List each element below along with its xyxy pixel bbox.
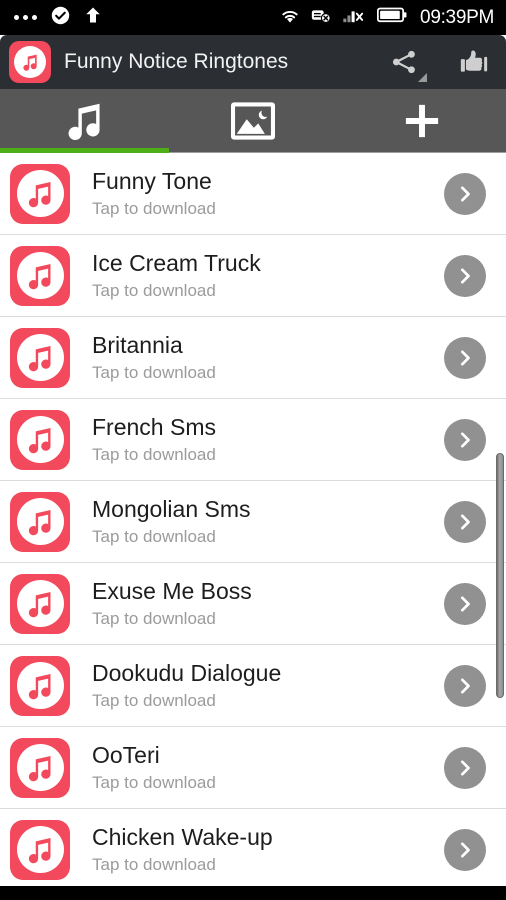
list-item-subtitle: Tap to download [92,773,216,793]
list-item-subtitle: Tap to download [92,445,216,465]
like-button[interactable] [456,42,492,82]
action-bar: Funny Notice Ringtones [0,35,506,89]
list-item[interactable]: Funny Tone Tap to download [0,153,506,235]
tab-bar [0,89,506,153]
ringtone-icon [10,409,70,470]
more-dots-icon [14,15,37,20]
status-bar-right-icons: 09:39PM [279,6,498,29]
list-item[interactable]: Chicken Wake-up Tap to download [0,809,506,891]
share-icon [392,50,415,74]
status-bar-clock: 09:39PM [420,6,494,28]
list-item[interactable]: OoTeri Tap to download [0,727,506,809]
share-button[interactable] [386,42,427,82]
status-bar-left-icons [14,5,102,30]
list-item-text: Ice Cream Truck Tap to download [92,250,444,301]
chevron-right-circle-icon[interactable] [444,500,486,543]
tab-wallpapers[interactable] [169,89,338,153]
plus-icon [405,104,438,138]
wifi-icon [279,6,301,29]
ringtone-icon [10,573,70,634]
check-circle-icon [51,6,70,30]
list-item-title: OoTeri [92,741,160,768]
chevron-right-circle-icon[interactable] [444,336,486,379]
image-picture-icon [231,102,275,140]
app-screen: 09:39PM Funny Notice Ringtones Funny Ton… [0,0,506,900]
chevron-right-circle-icon[interactable] [444,746,486,789]
ringtone-icon [10,891,70,900]
list-item-title: Mongolian Sms [92,495,251,522]
ringtone-icon [10,163,70,224]
list-item-title: Funny Tone [92,167,212,194]
chevron-right-circle-icon[interactable] [444,254,486,297]
chevron-right-circle-icon[interactable] [444,418,486,461]
list-item-title: Dookudu Dialogue [92,659,282,686]
list-item-text: Funny Tone Tap to download [92,168,444,219]
list-item-text: Britannia Tap to download [92,332,444,383]
ringtone-icon [10,491,70,552]
ringtone-icon [10,245,70,306]
list-item[interactable]: Dookudu Dialogue Tap to download [0,645,506,727]
signal-no-service-icon [343,6,367,29]
ringtone-icon [10,819,70,880]
sync-disabled-icon [311,7,333,29]
list-item-text: Dookudu Dialogue Tap to download [92,660,444,711]
list-item-title: Exuse Me Boss [92,577,252,604]
ringtone-icon [10,655,70,716]
status-bar: 09:39PM [0,0,506,35]
list-item-text: OoTeri Tap to download [92,742,444,793]
list-item-text: Chicken Wake-up Tap to download [92,824,444,875]
list-item[interactable]: Ice Cream Truck Tap to download [0,235,506,317]
action-bar-buttons [386,42,492,82]
chevron-right-circle-icon[interactable] [444,828,486,871]
music-note-icon [68,103,100,141]
list-item-title: Britannia [92,331,183,358]
list-item-subtitle: Tap to download [92,281,216,301]
page-title: Funny Notice Ringtones [64,50,289,73]
ringtone-list[interactable]: Funny Tone Tap to download Ice Cream Tru… [0,153,506,900]
thumbs-up-icon [460,50,488,72]
chevron-right-circle-icon[interactable] [444,582,486,625]
ringtone-icon [10,327,70,388]
list-item-title: French Sms [92,413,216,440]
list-item-subtitle: Tap to download [92,855,216,875]
list-item-text: Mongolian Sms Tap to download [92,496,444,547]
list-item-title: Chicken Wake-up [92,823,273,850]
chevron-right-circle-icon[interactable] [444,172,486,215]
tab-ringtones[interactable] [0,89,169,153]
list-item[interactable]: French Sms Tap to download [0,399,506,481]
list-item-subtitle: Tap to download [92,199,216,219]
tab-more-apps[interactable] [337,89,506,153]
list-item-subtitle: Tap to download [92,691,216,711]
list-item-subtitle: Tap to download [92,609,216,629]
list-item-subtitle: Tap to download [92,363,216,383]
list-item-partial[interactable] [0,891,506,900]
list-item-text: Exuse Me Boss Tap to download [92,578,444,629]
list-item-title: Ice Cream Truck [92,249,261,276]
dropdown-caret-icon [418,73,427,82]
list-item[interactable]: Mongolian Sms Tap to download [0,481,506,563]
list-item-text: French Sms Tap to download [92,414,444,465]
list-item[interactable]: Exuse Me Boss Tap to download [0,563,506,645]
chevron-right-circle-icon[interactable] [444,664,486,707]
upload-arrow-icon [84,5,102,30]
ringtone-icon [10,737,70,798]
app-logo-icon [9,41,51,83]
list-item[interactable]: Britannia Tap to download [0,317,506,399]
battery-icon [376,7,407,28]
list-item-subtitle: Tap to download [92,527,216,547]
